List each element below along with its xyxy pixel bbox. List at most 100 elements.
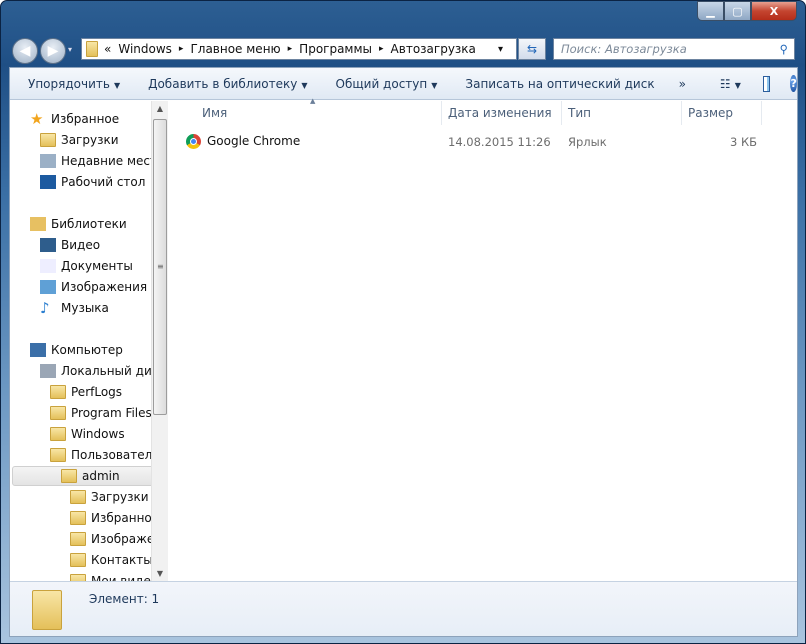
navigation-pane: ★ Избранное Загрузки Недавние места Рабочий …	[10, 101, 168, 581]
nav-item-label: Компьютер	[51, 343, 123, 357]
address-bar[interactable]: « Windows ▸ Главное меню ▸ Программы ▸ Авто…	[81, 38, 517, 60]
nav-item-label: Мои видео	[91, 574, 159, 581]
refresh-button[interactable]: ⇆	[518, 38, 546, 60]
preview-pane-button[interactable]	[762, 75, 771, 92]
file-type: Ярлык	[568, 135, 607, 149]
breadcrumb-startup[interactable]: Автозагрузка	[391, 42, 476, 56]
nav-item-label: Избранное	[51, 112, 120, 126]
nav-item-label: Видео	[61, 238, 101, 252]
computer-icon	[30, 343, 46, 357]
favorites-folder-icon	[70, 511, 86, 525]
breadcrumb-start-menu[interactable]: Главное меню	[190, 42, 280, 56]
nav-item-label: PerfLogs	[71, 385, 123, 399]
recent-pages-dropdown[interactable]: ▾	[68, 45, 72, 54]
command-bar: Упорядочить ▼ Добавить в библиотеку ▼ Общи…	[10, 68, 797, 100]
back-button[interactable]: ◀	[12, 38, 38, 64]
nav-item[interactable]: admin	[12, 466, 162, 486]
nav-item[interactable]: Мои видео	[70, 571, 158, 581]
nav-item-label: Музыка	[61, 301, 109, 315]
nav-item[interactable]: Windows	[50, 424, 125, 444]
nav-item[interactable]: Документы	[40, 256, 133, 276]
view-list-icon: ☷	[719, 76, 731, 91]
organize-button[interactable]: Упорядочить ▼	[10, 77, 128, 91]
folder-icon	[86, 41, 98, 57]
explorer-window: ▁ ▢ X ◀ ▶ ▾ « Windows ▸ Главное меню ▸ Про…	[0, 0, 806, 644]
nav-item-label: Загрузки	[61, 133, 119, 147]
nav-item-label: admin	[82, 469, 120, 483]
column-header-date[interactable]: Дата изменения	[442, 101, 562, 125]
nav-item-label: Локальный диск	[61, 364, 166, 378]
file-date: 14.08.2015 11:26	[448, 135, 551, 149]
nav-item[interactable]: Загрузки	[70, 487, 149, 507]
item-count: Элемент: 1	[89, 592, 160, 606]
chevron-right-icon[interactable]: ▸	[379, 44, 384, 54]
nav-item[interactable]: ♪ Музыка	[40, 298, 109, 318]
nav-item-label: Библиотеки	[51, 217, 127, 231]
file-row[interactable]: Google Chrome	[186, 131, 300, 151]
nav-item-label: Недавние места	[61, 154, 165, 168]
file-list: ▲ Имя Дата изменения Тип Размер Google C…	[170, 97, 797, 581]
nav-item-label: Контакты	[91, 553, 153, 567]
pictures-folder-icon	[70, 532, 86, 546]
search-input[interactable]: Поиск: Автозагрузка ⚲	[553, 38, 795, 60]
folder-icon	[50, 448, 66, 462]
music-icon: ♪	[40, 299, 50, 317]
downloads-folder-icon	[70, 490, 86, 504]
view-options-button[interactable]: ☷ ▼	[712, 77, 749, 91]
breadcrumb-overflow[interactable]: «	[104, 42, 111, 56]
burn-button[interactable]: Записать на оптический диск	[457, 77, 662, 91]
breadcrumb-programs[interactable]: Программы	[299, 42, 372, 56]
contacts-folder-icon	[70, 553, 86, 567]
add-to-library-button[interactable]: Добавить в библиотеку ▼	[140, 77, 315, 91]
maximize-button[interactable]: ▢	[724, 1, 751, 21]
column-header-type[interactable]: Тип	[562, 101, 682, 125]
folder-large-icon	[32, 590, 62, 630]
nav-item[interactable]: Избранное	[70, 508, 159, 528]
nav-item-label: Пользователи	[71, 448, 161, 462]
nav-item[interactable]: Рабочий стол	[40, 172, 145, 192]
video-icon	[40, 238, 56, 252]
column-header-size[interactable]: Размер	[682, 101, 762, 125]
chevron-right-icon[interactable]: ▸	[288, 44, 293, 54]
help-button[interactable]: ?	[790, 75, 797, 92]
nav-scrollbar[interactable]: ▲ ≡ ▼	[151, 101, 168, 581]
nav-item[interactable]: Контакты	[70, 550, 153, 570]
nav-item-label: Документы	[61, 259, 133, 273]
nav-item[interactable]: ★ Избранное	[30, 109, 119, 129]
file-size: 3 КБ	[730, 135, 758, 149]
nav-item[interactable]: Изображения	[40, 277, 147, 297]
recent-places-icon	[40, 154, 56, 168]
nav-item[interactable]: Компьютер	[30, 340, 123, 360]
folder-icon	[50, 406, 66, 420]
breadcrumb-windows[interactable]: Windows	[118, 42, 172, 56]
nav-item[interactable]: Недавние места	[40, 151, 164, 171]
pictures-icon	[40, 280, 56, 294]
nav-item-label: Изображения	[61, 280, 148, 294]
nav-item-label: Program Files	[71, 406, 152, 420]
nav-item[interactable]: Загрузки	[40, 130, 119, 150]
nav-item[interactable]: Локальный диск	[40, 361, 166, 381]
nav-item[interactable]: Пользователи	[50, 445, 160, 465]
nav-item[interactable]: PerfLogs	[50, 382, 122, 402]
libraries-icon	[30, 217, 46, 231]
star-icon: ★	[30, 110, 44, 128]
chrome-icon	[186, 133, 201, 149]
nav-item-label: Windows	[71, 427, 125, 441]
close-button[interactable]: X	[751, 1, 797, 21]
nav-item[interactable]: Библиотеки	[30, 214, 127, 234]
address-dropdown-icon[interactable]: ▾	[498, 44, 503, 55]
drive-icon	[40, 364, 56, 378]
chevron-right-icon[interactable]: ▸	[179, 44, 184, 54]
folder-icon	[50, 427, 66, 441]
forward-button[interactable]: ▶	[40, 38, 66, 64]
nav-item[interactable]: Program Files	[50, 403, 152, 423]
share-button[interactable]: Общий доступ ▼	[328, 77, 446, 91]
documents-icon	[40, 259, 56, 273]
videos-folder-icon	[70, 574, 86, 581]
downloads-folder-icon	[40, 133, 56, 147]
minimize-button[interactable]: ▁	[697, 1, 724, 21]
nav-item[interactable]: Видео	[40, 235, 100, 255]
search-icon: ⚲	[779, 42, 788, 56]
more-commands-button[interactable]: »	[671, 77, 694, 91]
column-header-name[interactable]: Имя	[196, 101, 442, 125]
